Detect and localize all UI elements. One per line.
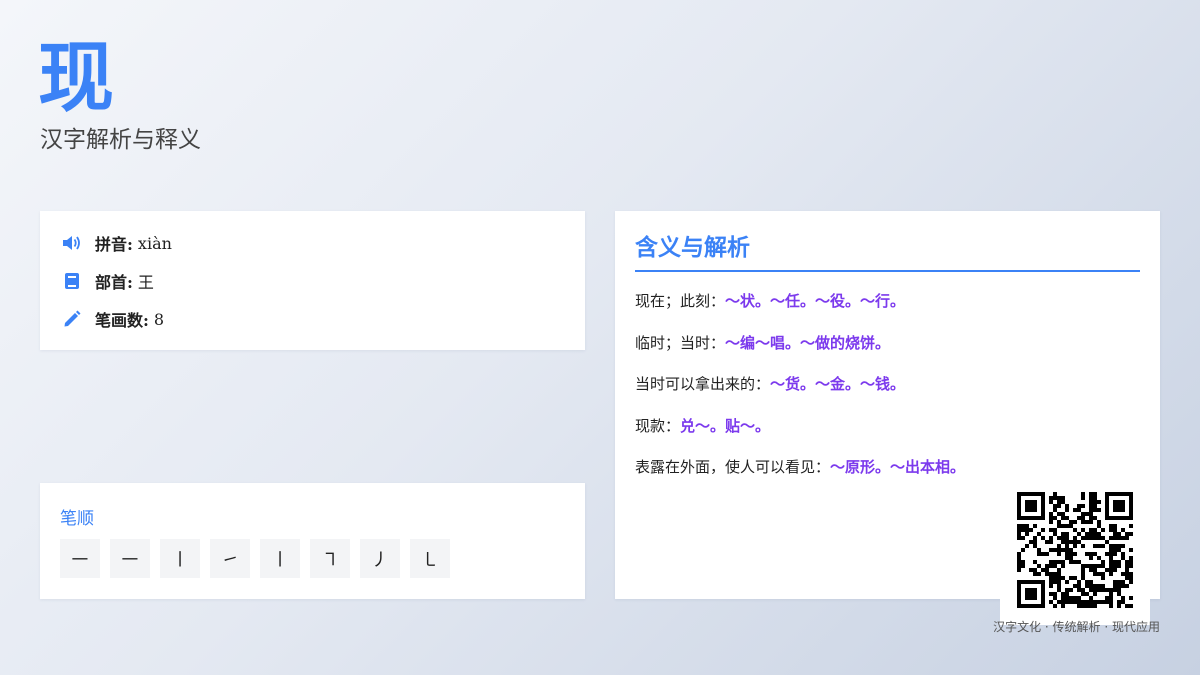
- speaker-icon[interactable]: [62, 233, 82, 253]
- strokes-value: 8: [153, 309, 165, 329]
- meaning-examples: ～原形。～出本相。: [830, 458, 966, 476]
- meaning-divider: [635, 270, 1140, 272]
- meaning-text: 当时可以拿出来的：: [635, 375, 771, 393]
- pinyin-value: xiàn: [137, 233, 172, 253]
- meaning-item: 表露在外面，使人可以看见：～原形。～出本相。: [635, 456, 965, 478]
- qr-code-image: [1017, 492, 1133, 608]
- qr-code[interactable]: [1000, 480, 1150, 625]
- meaning-text: 表露在外面，使人可以看见：: [635, 458, 831, 476]
- pinyin-label: 拼音:: [95, 235, 133, 254]
- radical-row: 部首: 王: [62, 270, 154, 292]
- stroke-step-1[interactable]: ㇐: [60, 539, 100, 578]
- strokes-row: 笔画数: 8: [62, 308, 164, 330]
- book-icon: [62, 271, 82, 291]
- stroke-step-6[interactable]: ㇕: [310, 539, 350, 578]
- stroke-step-2[interactable]: ㇐: [110, 539, 150, 578]
- meaning-text: 临时；当时：: [635, 334, 726, 352]
- meaning-title: 含义与解析: [635, 234, 750, 261]
- radical-value: 王: [137, 273, 154, 292]
- meaning-examples: ～货。～金。～钱。: [770, 375, 906, 393]
- page-subtitle: 汉字解析与释义: [40, 127, 201, 153]
- stroke-step-3[interactable]: ㇑: [160, 539, 200, 578]
- meaning-examples: ～状。～任。～役。～行。: [725, 292, 906, 310]
- stroke-step-5[interactable]: ㇑: [260, 539, 300, 578]
- meaning-item: 当时可以拿出来的：～货。～金。～钱。: [635, 373, 905, 395]
- stroke-step-7[interactable]: ㇓: [360, 539, 400, 578]
- radical-label: 部首:: [95, 273, 133, 292]
- stroke-order-title: 笔顺: [60, 509, 94, 529]
- stroke-order-card: 笔顺 ㇐ ㇐ ㇑ ㇀ ㇑ ㇕ ㇓ ㇄: [40, 483, 585, 599]
- meaning-item: 临时；当时：～编～唱。～做的烧饼。: [635, 332, 890, 354]
- meaning-text: 现款：: [635, 417, 681, 435]
- info-card: 拼音: xiàn 部首: 王 笔画数: 8: [40, 211, 585, 350]
- stroke-step-8[interactable]: ㇄: [410, 539, 450, 578]
- stroke-step-4[interactable]: ㇀: [210, 539, 250, 578]
- meaning-item: 现在；此刻：～状。～任。～役。～行。: [635, 290, 905, 312]
- strokes-label: 笔画数:: [95, 311, 149, 330]
- meaning-text: 现在；此刻：: [635, 292, 726, 310]
- footer-tagline: 汉字文化 · 传统解析 · 现代应用: [993, 620, 1160, 634]
- stroke-order-list: ㇐ ㇐ ㇑ ㇀ ㇑ ㇕ ㇓ ㇄: [60, 539, 450, 578]
- meaning-examples: 兑～。贴～。: [680, 417, 771, 435]
- meaning-item: 现款：兑～。贴～。: [635, 415, 770, 437]
- hero-character: 现: [38, 33, 114, 122]
- meaning-examples: ～编～唱。～做的烧饼。: [725, 334, 891, 352]
- pinyin-row: 拼音: xiàn: [62, 232, 172, 254]
- pencil-icon: [62, 309, 82, 329]
